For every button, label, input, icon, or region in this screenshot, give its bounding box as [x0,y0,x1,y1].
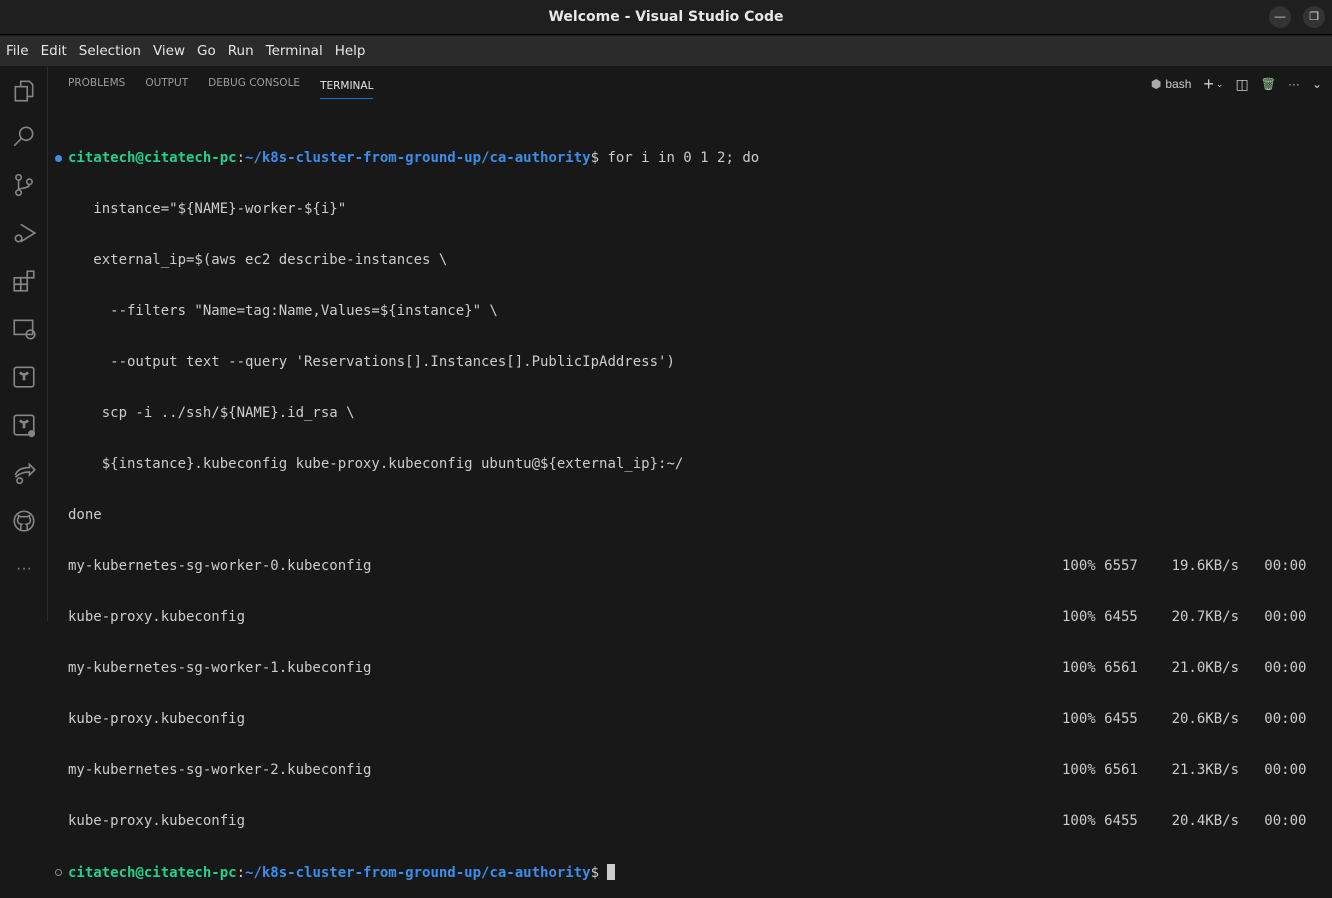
script-line: done [68,507,102,523]
transfer-row: kube-proxy.kubeconfig 100% 6455 20.6KB/s … [68,711,1328,728]
prompt-line: citatech@citatech-pc:~/k8s-cluster-from-… [55,864,1328,881]
restore-button[interactable]: ❐ [1303,6,1325,28]
tab-terminal[interactable]: TERMINAL [320,70,374,99]
prompt-user: citatech@citatech-pc [68,150,237,166]
transfer-row: kube-proxy.kubeconfig 100% 6455 20.4KB/s … [68,813,1328,830]
transfer-row: my-kubernetes-sg-worker-1.kubeconfig 100%… [68,660,1328,677]
minimize-button[interactable]: — [1269,6,1291,28]
explorer-icon[interactable] [10,77,38,105]
script-line: instance="${NAME}-worker-${i}" [68,201,347,217]
more-actions-icon[interactable]: ··· [1288,77,1300,91]
more-icon[interactable]: ··· [10,555,38,583]
script-line: --filters "Name=tag:Name,Values=${instan… [68,303,498,319]
window-title: Welcome - Visual Studio Code [548,9,784,25]
transfer-stats: 100% 6561 21.0KB/s 00:00 [1062,660,1307,676]
terraform-icon[interactable] [10,363,38,391]
command-status-icon [55,155,62,162]
script-line: external_ip=$(aws ec2 describe-instances… [68,252,448,268]
transfer-row: my-kubernetes-sg-worker-2.kubeconfig 100%… [68,762,1328,779]
menu-view[interactable]: View [153,43,185,59]
prompt-path: ~/k8s-cluster-from-ground-up/ca-authorit… [245,865,591,881]
collapse-panel-icon[interactable]: ⌄ [1312,77,1322,91]
prompt-path: ~/k8s-cluster-from-ground-up/ca-authorit… [245,150,591,166]
menu-bar: File Edit Selection View Go Run Terminal… [0,36,1332,66]
new-terminal-icon[interactable]: + [1203,74,1214,95]
menu-terminal[interactable]: Terminal [266,43,323,59]
title-bar: Welcome - Visual Studio Code — ❐ [0,0,1332,35]
trash-icon[interactable]: 🗑 [1261,77,1276,91]
terminal-actions: ⬢ bash + ⌄ ◫ 🗑 ··· ⌄ [1151,66,1332,102]
transfer-file: kube-proxy.kubeconfig [68,813,246,829]
github-icon[interactable] [10,507,38,535]
terraform-cloud-icon[interactable] [10,411,38,439]
menu-edit[interactable]: Edit [41,43,67,59]
menu-file[interactable]: File [6,43,29,59]
extensions-icon[interactable] [10,267,38,295]
script-line: ${instance}.kubeconfig kube-proxy.kubeco… [68,456,684,472]
tab-debug-console[interactable]: DEBUG CONSOLE [208,66,300,102]
remote-explorer-icon[interactable] [10,315,38,343]
transfer-stats: 100% 6455 20.4KB/s 00:00 [1062,813,1307,829]
transfer-stats: 100% 6561 21.3KB/s 00:00 [1062,762,1307,778]
run-debug-icon[interactable] [10,219,38,247]
tab-problems[interactable]: PROBLEMS [68,66,125,102]
shell-icon: ⬢ [1150,77,1162,91]
command-text: for i in 0 1 2; do [607,150,760,166]
transfer-file: kube-proxy.kubeconfig [68,609,246,625]
script-line: --output text --query 'Reservations[].In… [68,354,675,370]
tab-output[interactable]: OUTPUT [145,66,188,102]
transfer-row: kube-proxy.kubeconfig 100% 6455 20.7KB/s … [68,609,1328,626]
split-terminal-icon[interactable]: ◫ [1235,76,1248,93]
search-icon[interactable] [10,123,38,151]
menu-help[interactable]: Help [335,43,366,59]
transfer-stats: 100% 6557 19.6KB/s 00:00 [1062,558,1307,574]
transfer-row: my-kubernetes-sg-worker-0.kubeconfig 100%… [68,558,1328,575]
transfer-file: my-kubernetes-sg-worker-2.kubeconfig [68,762,372,778]
menu-go[interactable]: Go [197,43,216,59]
prompt-line: citatech@citatech-pc:~/k8s-cluster-from-… [55,150,1328,167]
terminal-output[interactable]: citatech@citatech-pc:~/k8s-cluster-from-… [55,116,1328,898]
transfer-file: kube-proxy.kubeconfig [68,711,246,727]
activity-bar: ··· [0,66,48,621]
chevron-down-icon[interactable]: ⌄ [1216,79,1224,90]
live-share-icon[interactable] [10,459,38,487]
menu-selection[interactable]: Selection [79,43,141,59]
menu-run[interactable]: Run [228,43,254,59]
transfer-file: my-kubernetes-sg-worker-1.kubeconfig [68,660,372,676]
panel-tabs: PROBLEMS OUTPUT DEBUG CONSOLE TERMINAL [48,66,1332,102]
terminal-cursor [607,864,616,880]
prompt-user: citatech@citatech-pc [68,865,237,881]
source-control-icon[interactable] [10,171,38,199]
transfer-file: my-kubernetes-sg-worker-0.kubeconfig [68,558,372,574]
command-status-icon [55,869,62,876]
transfer-stats: 100% 6455 20.6KB/s 00:00 [1062,711,1307,727]
script-line: scp -i ../ssh/${NAME}.id_rsa \ [68,405,355,421]
shell-label[interactable]: bash [1165,77,1191,91]
transfer-stats: 100% 6455 20.7KB/s 00:00 [1062,609,1307,625]
